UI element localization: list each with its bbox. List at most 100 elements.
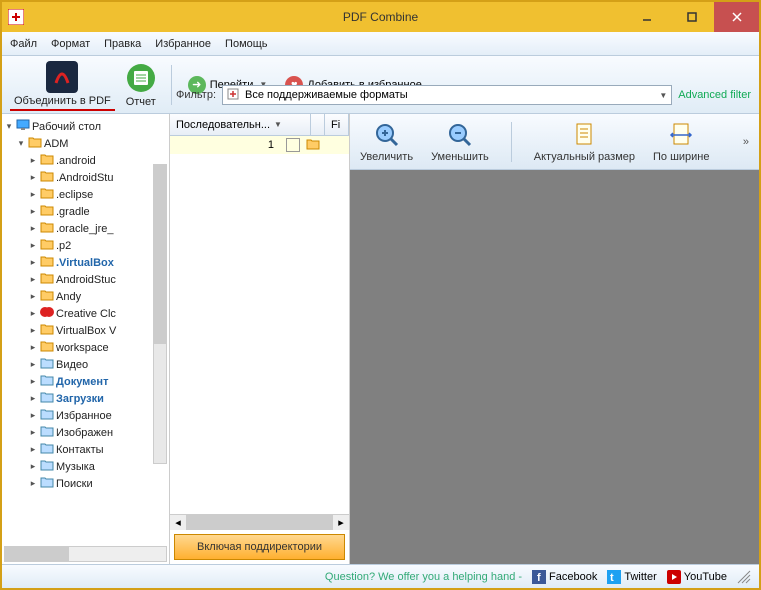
folder-icon (40, 255, 54, 270)
minimize-button[interactable] (624, 2, 669, 32)
menu-edit[interactable]: Правка (104, 38, 141, 50)
folder-icon (28, 136, 42, 151)
filter-combo[interactable]: Все поддерживаемые форматы ▼ (222, 85, 672, 105)
titlebar: PDF Combine (2, 2, 759, 32)
maximize-button[interactable] (669, 2, 714, 32)
column-file[interactable]: Fi (325, 114, 349, 135)
expand-icon[interactable]: ▸ (28, 240, 38, 251)
report-button[interactable]: Отчет (121, 60, 161, 110)
twitter-link[interactable]: t Twitter (607, 570, 656, 584)
scroll-right-icon[interactable]: ▸ (333, 515, 349, 530)
tree-item[interactable]: ▸Creative Clc (4, 305, 167, 322)
tree-horizontal-scrollbar[interactable] (4, 546, 167, 562)
expand-icon[interactable]: ▸ (28, 444, 38, 455)
expand-icon[interactable]: ▸ (28, 427, 38, 438)
tree-item[interactable]: ▸Видео (4, 356, 167, 373)
tree-item[interactable]: ▸.p2 (4, 237, 167, 254)
column-check[interactable] (311, 114, 325, 135)
tree-item[interactable]: ▸Поиски (4, 475, 167, 492)
row-number: 1 (170, 139, 280, 151)
advanced-filter-link[interactable]: Advanced filter (678, 89, 751, 101)
tree-item[interactable]: ▸Загрузки (4, 390, 167, 407)
tree-item[interactable]: ▸Документ (4, 373, 167, 390)
tree-item[interactable]: ▸Музыка (4, 458, 167, 475)
scroll-left-icon[interactable]: ◂ (170, 515, 186, 530)
preview-panel: Увеличить Уменьшить Актуальный размер По… (350, 114, 759, 564)
folder-icon (40, 238, 54, 253)
expand-icon[interactable]: ▸ (28, 342, 38, 353)
file-list-scrollbar[interactable]: ◂ ▸ (170, 514, 349, 530)
folder-icon (40, 221, 54, 236)
tree-item[interactable]: ▸Andy (4, 288, 167, 305)
tree-item[interactable]: ▸.android (4, 152, 167, 169)
tree-item[interactable]: ▸Изображен (4, 424, 167, 441)
expand-icon[interactable]: ▸ (28, 478, 38, 489)
expand-icon[interactable]: ▸ (28, 461, 38, 472)
expand-icon[interactable]: ▸ (28, 257, 38, 268)
preview-area (350, 170, 759, 564)
fit-width-button[interactable]: По ширине (653, 121, 710, 163)
collapse-icon[interactable]: ▾ (4, 121, 14, 132)
folder-icon (306, 138, 320, 153)
row-checkbox[interactable] (286, 138, 300, 152)
expand-icon[interactable]: ▸ (28, 189, 38, 200)
tree-item[interactable]: ▸VirtualBox V (4, 322, 167, 339)
file-row[interactable]: 1 (170, 136, 349, 154)
tree-item[interactable]: ▸AndroidStuc (4, 271, 167, 288)
expand-icon[interactable]: ▸ (28, 410, 38, 421)
expand-icon[interactable]: ▸ (28, 308, 38, 319)
toolbar-overflow-icon[interactable]: » (743, 136, 749, 148)
zoom-out-button[interactable]: Уменьшить (431, 121, 489, 163)
menubar: Файл Формат Правка Избранное Помощь (2, 32, 759, 56)
include-subdirs-button[interactable]: Включая поддиректории (174, 534, 345, 560)
tree-vertical-scrollbar[interactable] (153, 164, 167, 464)
expand-icon[interactable]: ▸ (28, 376, 38, 387)
folder-icon (40, 408, 54, 423)
tree-item[interactable]: ▸Контакты (4, 441, 167, 458)
resize-grip-icon[interactable] (737, 570, 751, 584)
folder-icon (40, 323, 54, 338)
expand-icon[interactable]: ▸ (28, 325, 38, 336)
svg-text:t: t (610, 572, 614, 584)
expand-icon[interactable]: ▸ (28, 223, 38, 234)
expand-icon[interactable]: ▸ (28, 172, 38, 183)
expand-icon[interactable]: ▸ (28, 274, 38, 285)
actual-size-button[interactable]: Актуальный размер (534, 121, 635, 163)
tree-item[interactable]: ▸Избранное (4, 407, 167, 424)
tree-item[interactable]: ▸.AndroidStu (4, 169, 167, 186)
expand-icon[interactable]: ▸ (28, 155, 38, 166)
report-icon (125, 62, 157, 94)
tree-item[interactable]: ▸.gradle (4, 203, 167, 220)
tree-root[interactable]: ▾ Рабочий стол (4, 118, 167, 135)
menu-favorites[interactable]: Избранное (155, 38, 211, 50)
close-button[interactable] (714, 2, 759, 32)
tree-item[interactable]: ▸.VirtualBox (4, 254, 167, 271)
facebook-icon: f (532, 570, 546, 584)
menu-file[interactable]: Файл (10, 38, 37, 50)
menu-help[interactable]: Помощь (225, 38, 268, 50)
folder-icon (40, 153, 54, 168)
zoom-out-icon (446, 121, 474, 149)
combine-pdf-button[interactable]: Объединить в PDF (10, 59, 115, 111)
collapse-icon[interactable]: ▾ (16, 138, 26, 149)
filter-label: Фильтр: (176, 89, 216, 101)
facebook-link[interactable]: f Facebook (532, 570, 597, 584)
svg-text:f: f (537, 572, 541, 584)
tree-adm[interactable]: ▾ ADM (4, 135, 167, 152)
expand-icon[interactable]: ▸ (28, 359, 38, 370)
tree-item[interactable]: ▸.eclipse (4, 186, 167, 203)
folder-icon (40, 306, 54, 321)
folder-icon (40, 204, 54, 219)
folder-icon (40, 340, 54, 355)
youtube-link[interactable]: YouTube (667, 570, 727, 584)
tree-item[interactable]: ▸.oracle_jre_ (4, 220, 167, 237)
expand-icon[interactable]: ▸ (28, 291, 38, 302)
menu-format[interactable]: Формат (51, 38, 90, 50)
column-sequence[interactable]: Последовательн...▼ (170, 114, 311, 135)
desktop-icon (16, 119, 30, 134)
file-list-header: Последовательн...▼ Fi (170, 114, 349, 136)
expand-icon[interactable]: ▸ (28, 393, 38, 404)
expand-icon[interactable]: ▸ (28, 206, 38, 217)
zoom-in-button[interactable]: Увеличить (360, 121, 413, 163)
tree-item[interactable]: ▸workspace (4, 339, 167, 356)
